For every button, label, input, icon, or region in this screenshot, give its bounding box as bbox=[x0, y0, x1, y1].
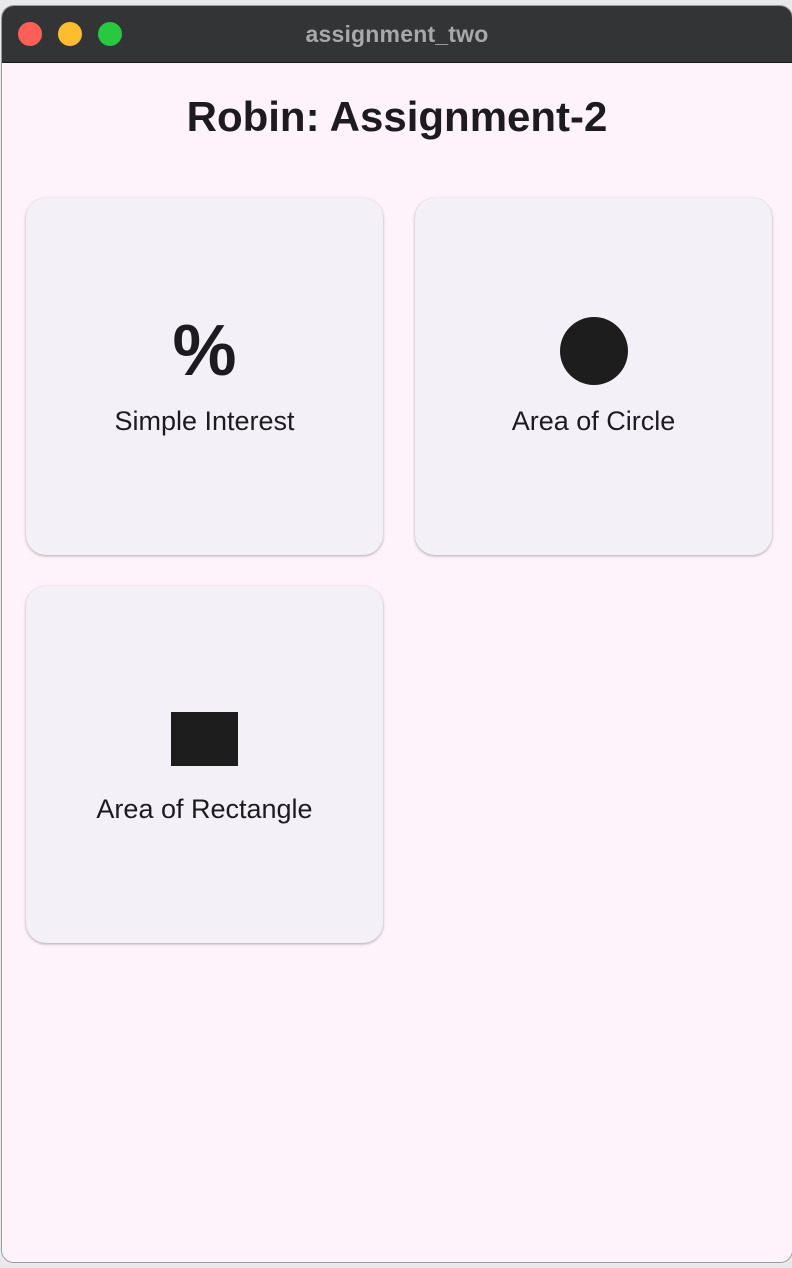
title-bar[interactable]: assignment_two bbox=[2, 6, 792, 63]
page-title: Robin: Assignment-2 bbox=[186, 93, 608, 140]
app-content: Robin: Assignment-2 % Simple Interest Ar… bbox=[2, 63, 792, 1262]
simple-interest-label: Simple Interest bbox=[114, 406, 295, 436]
area-of-circle-label: Area of Circle bbox=[511, 406, 676, 436]
simple-interest-card[interactable]: % Simple Interest bbox=[26, 198, 383, 555]
app-window: assignment_two Robin: Assignment-2 % Sim… bbox=[2, 6, 792, 1262]
window-title: assignment_two bbox=[305, 21, 489, 47]
area-of-rectangle-card[interactable]: Area of Rectangle bbox=[26, 586, 383, 943]
rectangle-icon bbox=[26, 704, 383, 774]
area-of-rectangle-label: Area of Rectangle bbox=[96, 794, 313, 824]
area-of-circle-card[interactable]: Area of Circle bbox=[415, 198, 772, 555]
percent-icon: % bbox=[172, 311, 237, 391]
circle-icon bbox=[415, 316, 772, 386]
